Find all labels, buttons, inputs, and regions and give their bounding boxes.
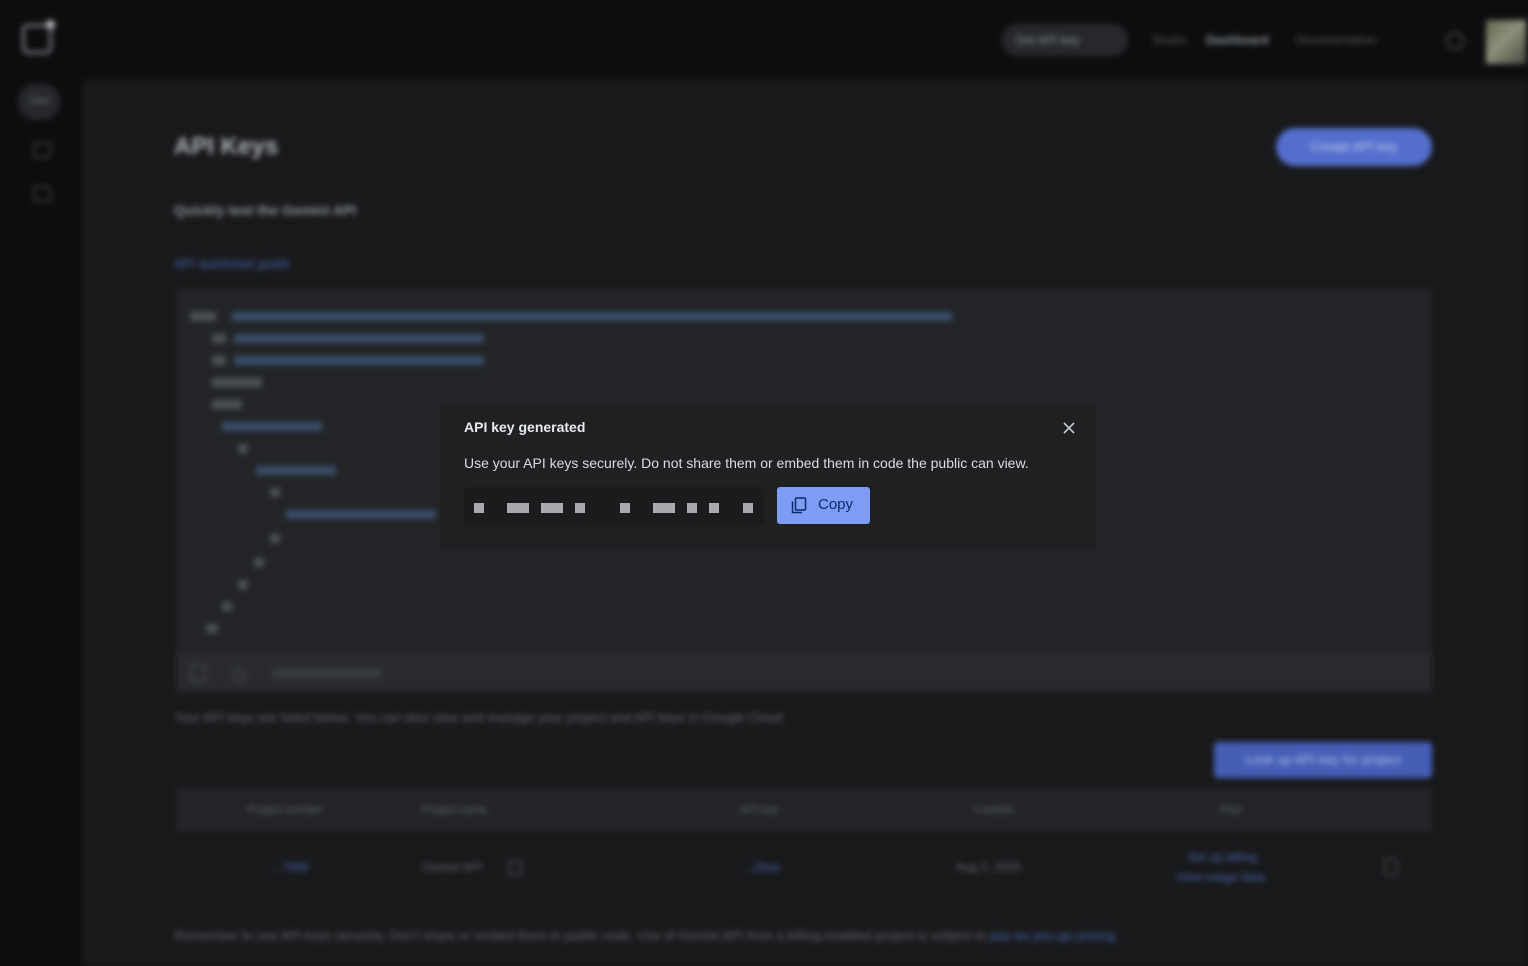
api-key-dialog: API key generated Use your API keys secu… (440, 405, 1096, 550)
redacted-key-block (743, 503, 753, 513)
close-icon[interactable] (1060, 419, 1078, 437)
redacted-key-block (653, 503, 675, 513)
api-key-field[interactable] (464, 487, 764, 525)
redacted-key-block (575, 503, 585, 513)
copy-label: Copy (818, 496, 854, 513)
redacted-key-block (709, 503, 719, 513)
copy-icon (791, 497, 807, 514)
redacted-key-block (541, 503, 563, 513)
redacted-key-block (474, 503, 484, 513)
redacted-key-block (620, 503, 630, 513)
dialog-title: API key generated (464, 419, 586, 435)
redacted-key-block (507, 503, 529, 513)
dialog-message: Use your API keys securely. Do not share… (464, 455, 1029, 471)
copy-button[interactable]: Copy (777, 487, 870, 524)
redacted-key-block (687, 503, 697, 513)
